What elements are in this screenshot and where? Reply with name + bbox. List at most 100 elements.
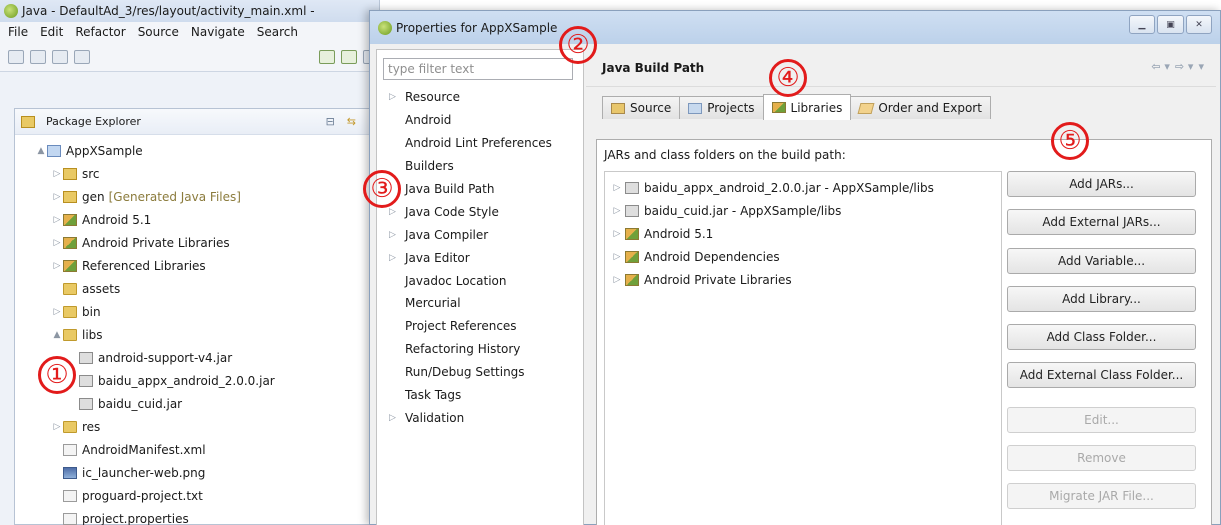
tree-item-label: src: [82, 166, 100, 181]
save-all-icon[interactable]: [52, 49, 68, 64]
jars-label: JARs and class folders on the build path…: [604, 148, 846, 162]
nav-item-project-references[interactable]: Project References: [377, 315, 583, 338]
expanded-arrow-icon[interactable]: ▲: [51, 330, 63, 340]
menu-source[interactable]: Source: [132, 25, 185, 39]
expanded-arrow-icon[interactable]: ▲: [35, 146, 47, 156]
nav-item-task-tags[interactable]: Task Tags: [377, 384, 583, 407]
add-class-folder-button[interactable]: Add Class Folder...: [1007, 324, 1196, 351]
android-avd-icon[interactable]: [341, 49, 357, 64]
tree-item-baidu-cuid-jar[interactable]: baidu_cuid.jar: [15, 392, 380, 415]
collapsed-arrow-icon[interactable]: ▷: [609, 183, 625, 193]
collapsed-arrow-icon[interactable]: ▷: [609, 252, 625, 262]
menu-edit[interactable]: Edit: [34, 25, 69, 39]
tree-item-assets[interactable]: assets: [15, 277, 380, 300]
menu-navigate[interactable]: Navigate: [185, 25, 251, 39]
add-variable-button[interactable]: Add Variable...: [1007, 247, 1196, 274]
nav-item-java-compiler[interactable]: ▷ Java Compiler: [377, 223, 583, 246]
jar-icon: [79, 351, 93, 364]
add-external-jars-button[interactable]: Add External JARs...: [1007, 209, 1196, 236]
add-external-class-folder-button[interactable]: Add External Class Folder...: [1007, 362, 1196, 389]
minimize-icon[interactable]: ▁: [1129, 15, 1155, 34]
nav-item-label: Project References: [405, 319, 517, 334]
jar-list-item[interactable]: ▷ baidu_appx_android_2.0.0.jar - AppXSamp…: [605, 176, 1001, 199]
collapsed-arrow-icon[interactable]: ▷: [51, 192, 63, 202]
nav-item-run-debug-settings[interactable]: Run/Debug Settings: [377, 361, 583, 384]
nav-item-java-editor[interactable]: ▷ Java Editor: [377, 246, 583, 269]
nav-item-builders[interactable]: Builders: [377, 155, 583, 178]
nav-item-mercurial[interactable]: Mercurial: [377, 292, 583, 315]
add-jars-button[interactable]: Add JARs...: [1007, 171, 1196, 197]
link-editor-icon[interactable]: ⇆: [347, 115, 356, 128]
collapsed-arrow-icon[interactable]: ▷: [609, 275, 625, 285]
collapsed-arrow-icon[interactable]: ▷: [387, 253, 405, 263]
android-sdk-icon[interactable]: [319, 49, 335, 64]
tree-item-src[interactable]: ▷ src: [15, 162, 380, 185]
print-icon[interactable]: [74, 49, 90, 64]
menu-search[interactable]: Search: [251, 25, 304, 39]
nav-item-resource[interactable]: ▷ Resource: [377, 86, 583, 109]
collapsed-arrow-icon[interactable]: ▷: [51, 238, 63, 248]
nav-item-refactoring-history[interactable]: Refactoring History: [377, 338, 583, 361]
collapsed-arrow-icon[interactable]: ▷: [51, 261, 63, 271]
nav-item-android[interactable]: Android: [377, 109, 583, 132]
close-icon[interactable]: ✕: [1186, 15, 1212, 34]
project-icon: [47, 144, 61, 157]
tree-item-gen[interactable]: ▷ gen [Generated Java Files]: [15, 185, 380, 208]
collapsed-arrow-icon[interactable]: ▷: [51, 215, 63, 225]
nav-item-android-lint-preferences[interactable]: Android Lint Preferences: [377, 132, 583, 155]
collapsed-arrow-icon[interactable]: ▷: [387, 413, 405, 423]
collapsed-arrow-icon[interactable]: ▷: [387, 92, 405, 102]
tree-item-android-private-libraries[interactable]: ▷ Android Private Libraries: [15, 231, 380, 254]
collapsed-arrow-icon[interactable]: ▷: [51, 307, 63, 317]
tree-item-ic-launcher-web-png[interactable]: ic_launcher-web.png: [15, 461, 380, 484]
tab-order-and-export[interactable]: Order and Export: [850, 96, 991, 119]
callout-3: ③: [363, 170, 401, 208]
view-menu-icon[interactable]: ▾: [1198, 60, 1204, 73]
tree-item-proguard-project-txt[interactable]: proguard-project.txt: [15, 484, 380, 507]
tab-source[interactable]: Source: [602, 96, 681, 119]
nav-item-javadoc-location[interactable]: Javadoc Location: [377, 269, 583, 292]
add-library-button[interactable]: Add Library...: [1007, 285, 1196, 312]
nav-item-label: Run/Debug Settings: [405, 365, 525, 380]
window-controls: ▁ ▣ ✕: [1129, 15, 1212, 34]
tab-projects[interactable]: Projects: [679, 96, 764, 119]
tree-item-libs[interactable]: ▲ libs: [15, 323, 380, 346]
jar-list-item[interactable]: ▷ Android Dependencies: [605, 245, 1001, 268]
nav-item-label: Java Editor: [405, 250, 470, 265]
new-icon[interactable]: [8, 49, 24, 64]
save-icon[interactable]: [30, 49, 46, 64]
package-explorer-title[interactable]: Package Explorer: [46, 115, 141, 128]
jar-list-item[interactable]: ▷ baidu_cuid.jar - AppXSample/libs: [605, 199, 1001, 222]
jar-list-item[interactable]: ▷ Android Private Libraries: [605, 268, 1001, 291]
nav-item-validation[interactable]: ▷ Validation: [377, 406, 583, 429]
collapse-all-icon[interactable]: ⊟: [326, 115, 335, 128]
maximize-icon[interactable]: ▣: [1157, 15, 1184, 34]
collapsed-arrow-icon[interactable]: ▷: [387, 207, 405, 217]
tree-item-label: proguard-project.txt: [82, 488, 203, 503]
tree-item-android-5-1[interactable]: ▷ Android 5.1: [15, 208, 380, 231]
nav-item-java-build-path[interactable]: Java Build Path: [377, 178, 583, 201]
tree-item-label: project.properties: [82, 511, 189, 525]
library-icon: [63, 236, 77, 249]
back-arrow-icon[interactable]: ⇦ ▾: [1151, 60, 1170, 73]
menu-file[interactable]: File: [2, 25, 34, 39]
collapsed-arrow-icon[interactable]: ▷: [609, 229, 625, 239]
tree-item-androidmanifest-xml[interactable]: AndroidManifest.xml: [15, 438, 380, 461]
tree-item-appxsample[interactable]: ▲ AppXSample: [15, 139, 380, 162]
tree-item-referenced-libraries[interactable]: ▷ Referenced Libraries: [15, 254, 380, 277]
tab-libraries[interactable]: Libraries: [762, 94, 852, 120]
tree-item-project-properties[interactable]: project.properties: [15, 507, 380, 525]
collapsed-arrow-icon[interactable]: ▷: [387, 230, 405, 240]
menu-refactor[interactable]: Refactor: [69, 25, 131, 39]
nav-item-label: Builders: [405, 159, 454, 174]
collapsed-arrow-icon[interactable]: ▷: [51, 169, 63, 179]
collapsed-arrow-icon[interactable]: ▷: [51, 422, 63, 432]
filter-input[interactable]: [383, 58, 573, 80]
collapsed-arrow-icon[interactable]: ▷: [609, 206, 625, 216]
tree-item-res[interactable]: ▷ res: [15, 415, 380, 438]
jar-list[interactable]: ▷ baidu_appx_android_2.0.0.jar - AppXSamp…: [604, 171, 1002, 525]
jar-list-item[interactable]: ▷ Android 5.1: [605, 222, 1001, 245]
forward-arrow-icon[interactable]: ⇨ ▾: [1175, 60, 1194, 73]
tree-item-bin[interactable]: ▷ bin: [15, 300, 380, 323]
nav-item-java-code-style[interactable]: ▷ Java Code Style: [377, 200, 583, 223]
